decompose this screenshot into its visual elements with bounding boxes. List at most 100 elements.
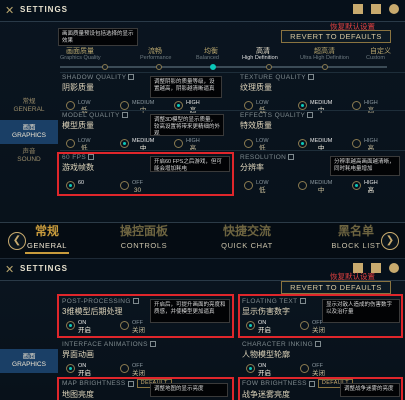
preset-performance-en[interactable]: Performance	[140, 55, 172, 61]
option-medium[interactable]: MEDIUM中	[298, 180, 338, 194]
option-en: MEDIUM	[310, 138, 333, 144]
radio-icon	[352, 139, 361, 148]
preset-dot-selected[interactable]	[210, 64, 216, 70]
radio-icon	[66, 101, 75, 110]
option-on[interactable]: ON 开启	[66, 363, 106, 377]
close-icon[interactable]: ✕	[5, 263, 14, 276]
bottom-tab-nav: ❮ 常规 GENERAL 操控面板 CONTROLS 快捷交流 QUICK CHAT …	[0, 222, 405, 258]
setting-name-cn: 特效质量	[240, 121, 272, 130]
info-icon[interactable]	[149, 341, 156, 348]
sidebar-item-cn: 声音	[22, 148, 36, 155]
preset-balanced-en[interactable]: Balanced	[196, 55, 219, 61]
setting-name-en: CHARACTER INKING	[242, 341, 314, 348]
radio-selected-icon	[298, 139, 307, 148]
sidebar-item-general[interactable]: 常规 GENERAL	[0, 96, 58, 116]
radio-selected-icon	[352, 181, 361, 190]
preset-custom-en[interactable]: Custom	[366, 55, 385, 61]
option-en: HIGH	[186, 138, 200, 144]
info-icon[interactable]	[307, 74, 314, 81]
preset-dot[interactable]	[322, 64, 328, 70]
profile-icon[interactable]	[389, 4, 399, 14]
radio-selected-icon	[174, 101, 183, 110]
option-en: MEDIUM	[132, 138, 155, 144]
radio-icon	[120, 101, 129, 110]
sidebar-item-sound[interactable]: 声音 SOUND	[0, 148, 58, 164]
option-en: MEDIUM	[310, 180, 333, 186]
radio-selected-icon	[120, 139, 129, 148]
setting-name-cn: 界面动画	[62, 350, 94, 359]
sidebar-item-cn: 常规	[22, 98, 36, 105]
option-cn: 开启	[258, 370, 271, 377]
graphics-quality-tooltip: 画面质量预设包括选择的显示效果	[58, 28, 138, 46]
header-icons	[353, 4, 399, 14]
option-en: LOW	[78, 100, 91, 106]
setting-name-en: TEXTURE QUALITY	[240, 74, 306, 81]
nav-right-arrow-icon[interactable]: ❯	[381, 232, 399, 250]
highlight-box	[57, 377, 234, 400]
revert-to-defaults-button[interactable]: REVERT TO DEFAULTS	[281, 30, 391, 43]
chat-icon[interactable]	[371, 4, 381, 14]
option-off[interactable]: OFF 关闭	[120, 363, 160, 377]
setting-name-en: RESOLUTION	[240, 154, 287, 161]
tab-general[interactable]: 常规 GENERAL	[7, 224, 87, 254]
preset-dot[interactable]	[266, 64, 272, 70]
sidebar: 画面 GRAPHICS	[0, 349, 58, 373]
option-en: LOW	[78, 138, 91, 144]
preset-dot[interactable]	[156, 64, 162, 70]
tab-controls[interactable]: 操控面板 CONTROLS	[104, 224, 184, 250]
radio-selected-icon	[246, 364, 255, 373]
info-icon[interactable]	[288, 154, 295, 161]
option-high[interactable]: HIGH高	[352, 180, 392, 194]
tab-cn: 常规	[34, 224, 59, 238]
option-en: ON	[78, 363, 87, 369]
close-icon[interactable]: ✕	[5, 4, 14, 17]
info-icon[interactable]	[121, 112, 128, 119]
preset-ultra-en[interactable]: Ultra High Definition	[300, 55, 349, 61]
setting-name-en: EFFECTS QUALITY	[240, 112, 306, 119]
highlight-box	[57, 294, 234, 338]
option-en: HIGH	[364, 100, 378, 106]
settings-screenshot-top: ✕ SETTINGS 恢复默认设置 REVERT TO DEFAULTS 画面质…	[0, 0, 405, 258]
option-en: LOW	[256, 100, 269, 106]
setting-name-en: MODEL QUALITY	[62, 112, 120, 119]
option-en: MEDIUM	[132, 100, 155, 106]
setting-name-cn: 纹理质量	[240, 83, 272, 92]
resolution-tooltip: 分辨率越高画面越清晰，同时耗电量增加	[330, 156, 400, 176]
shadow-quality-tooltip: 调整阴影的质量等级，设置越高，阴影越清晰逼真	[150, 76, 222, 98]
option-en: HIGH	[364, 180, 378, 186]
radio-icon	[298, 181, 307, 190]
sidebar-item-graphics[interactable]: 画面 GRAPHICS	[0, 349, 58, 373]
sidebar-item-en: GRAPHICS	[12, 361, 46, 368]
info-icon[interactable]	[128, 74, 135, 81]
preset-slider-track[interactable]	[60, 64, 387, 70]
option-en: MEDIUM	[310, 100, 333, 106]
highlight-box	[238, 377, 403, 400]
sidebar-item-en: GRAPHICS	[12, 132, 46, 139]
preset-label-en: Graphics Quality	[60, 55, 101, 61]
mail-icon[interactable]	[353, 4, 363, 14]
settings-title: SETTINGS	[20, 5, 69, 14]
radio-icon	[352, 101, 361, 110]
divider	[60, 110, 405, 111]
option-cn: 中	[317, 187, 325, 194]
sidebar-item-graphics[interactable]: 画面 GRAPHICS	[0, 120, 58, 144]
info-icon[interactable]	[315, 341, 322, 348]
preset-dot[interactable]	[102, 64, 108, 70]
radio-icon	[244, 139, 253, 148]
radio-icon	[174, 139, 183, 148]
info-icon[interactable]	[307, 112, 314, 119]
option-low[interactable]: LOW低	[244, 180, 284, 194]
profile-icon[interactable]	[389, 263, 399, 273]
option-cn: 高	[367, 187, 375, 194]
revert-to-defaults-button[interactable]: REVERT TO DEFAULTS	[281, 281, 391, 294]
divider	[60, 150, 405, 151]
preset-high-en[interactable]: High Definition	[242, 55, 278, 61]
option-on[interactable]: ON 开启	[246, 363, 286, 377]
option-en: LOW	[256, 138, 269, 144]
option-off[interactable]: OFF 关闭	[300, 363, 340, 377]
tab-quick-chat[interactable]: 快捷交流 QUICK CHAT	[207, 224, 287, 250]
option-cn: 关闭	[132, 370, 145, 377]
divider	[60, 72, 405, 73]
radio-icon	[244, 101, 253, 110]
option-en: ON	[258, 363, 267, 369]
